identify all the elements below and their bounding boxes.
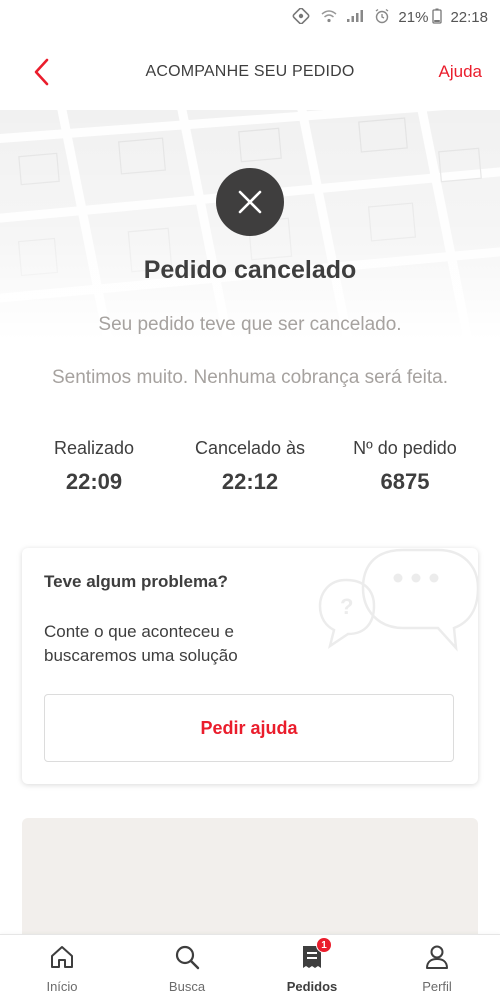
nav-label: Perfil [422, 979, 452, 994]
info-label: Nº do pedido [353, 438, 457, 458]
bottom-nav: Início Busca 1 Pedidos Perfil [0, 934, 500, 1001]
back-button[interactable] [26, 52, 56, 92]
nav-label: Início [46, 979, 78, 994]
cancel-message: Seu pedido teve que ser cancelado. [98, 314, 402, 335]
orders-badge: 1 [316, 937, 332, 953]
profile-icon [426, 945, 448, 969]
wifi-icon [320, 8, 338, 27]
request-help-button[interactable]: Pedir ajuda [44, 694, 454, 762]
info-value: 6875 [380, 469, 430, 494]
svg-text:?: ? [340, 594, 353, 619]
info-value: 22:09 [65, 469, 123, 494]
placed-time-info: Realizado 22:09 [44, 438, 144, 495]
info-label: Cancelado às [194, 438, 306, 458]
nav-item-search[interactable]: Busca [137, 935, 237, 1001]
search-icon [175, 945, 200, 970]
sync-icon [292, 7, 312, 27]
order-info-row: Realizado 22:09 Cancelado às 22:12 Nº do… [0, 438, 500, 498]
cancelled-time-info: Cancelado às 22:12 [180, 438, 320, 495]
help-card-text: Conte o que aconteceu e buscaremos uma s… [44, 622, 238, 665]
cancel-status-icon [216, 168, 284, 236]
battery-icon [432, 8, 443, 27]
chat-bubbles-icon: ? [318, 548, 478, 652]
order-status-title: Pedido cancelado [143, 256, 357, 284]
nav-item-orders[interactable]: 1 Pedidos [262, 935, 362, 1001]
clock-time: 22:18 [450, 8, 488, 26]
info-value: 22:12 [221, 469, 279, 494]
page-title: ACOMPANHE SEU PEDIDO [145, 63, 355, 80]
close-icon [238, 190, 262, 214]
alarm-icon [374, 8, 390, 27]
order-number-info: Nº do pedido 6875 [340, 438, 470, 495]
help-card: ? Teve algum problema? Conte o que acont… [22, 548, 478, 784]
apology-message: Sentimos muito. Nenhuma cobrança será fe… [51, 367, 449, 388]
help-link[interactable]: Ajuda [439, 62, 482, 82]
chevron-left-icon [34, 58, 49, 86]
help-card-title: Teve algum problema? [44, 572, 228, 591]
status-bar: 21% 22:18 [0, 0, 500, 34]
nav-label: Busca [168, 979, 206, 994]
nav-label: Pedidos [286, 979, 338, 994]
home-icon [51, 946, 73, 968]
info-label: Realizado [53, 438, 135, 458]
header: ACOMPANHE SEU PEDIDO Ajuda [0, 34, 500, 110]
nav-item-home[interactable]: Início [12, 935, 112, 1001]
battery-percent: 21% [398, 8, 429, 26]
signal-icon [346, 9, 366, 26]
nav-item-profile[interactable]: Perfil [387, 935, 487, 1001]
